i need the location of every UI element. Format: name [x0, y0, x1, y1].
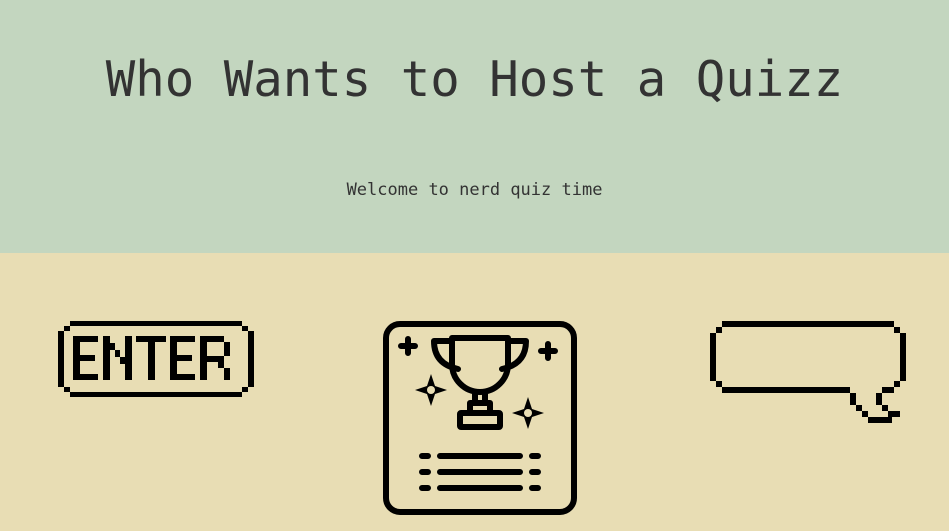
enter-button[interactable]: [56, 319, 256, 399]
page-header: Who Wants to Host a Quizz Welcome to ner…: [0, 0, 949, 253]
trophy-button[interactable]: [380, 319, 580, 519]
page-title: Who Wants to Host a Quizz: [105, 51, 844, 108]
speech-bubble-icon: [710, 321, 906, 423]
page-subtitle: Welcome to nerd quiz time: [346, 180, 603, 200]
trophy-certificate-icon: [383, 321, 577, 515]
enter-icon: [58, 321, 254, 397]
main-content: [0, 253, 949, 531]
speech-bubble-button[interactable]: [707, 319, 909, 429]
